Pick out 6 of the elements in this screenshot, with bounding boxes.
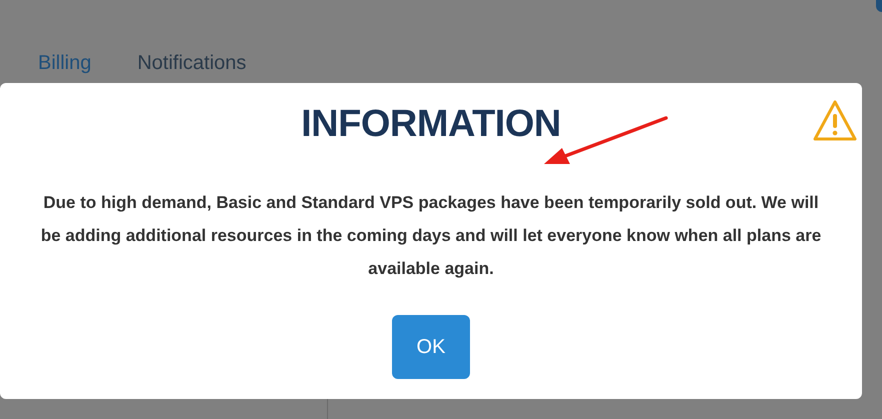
tab[interactable]: Notifications — [137, 52, 246, 75]
ok-button[interactable]: OK — [392, 315, 470, 379]
warning-icon — [812, 99, 858, 143]
dialog-message: Due to high demand, Basic and Standard VPS packages have been temporarily sold out. We will be adding additional resources in the coming days and will let everyone know when all plans are available again. — [40, 192, 822, 280]
dialog-title: INFORMATION — [301, 103, 561, 146]
tab[interactable]: Billing — [38, 52, 92, 75]
